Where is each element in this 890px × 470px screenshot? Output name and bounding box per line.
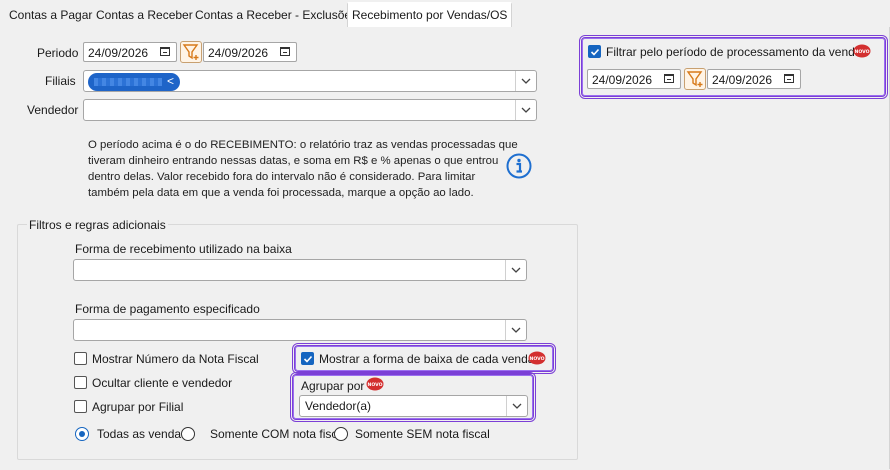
tab-bar: Contas a Pagar Contas a Receber Contas a… — [0, 0, 890, 29]
radio-todas-vendas-label: Todas as vendas — [97, 427, 188, 441]
novo-badge-icon: NOVO — [366, 377, 384, 391]
agrupar-por-value: Vendedor(a) — [305, 399, 372, 413]
forma-pagamento-select[interactable] — [73, 319, 527, 341]
chevron-down-icon — [521, 107, 531, 113]
periodo-start-date[interactable]: 24/09/2026 — [83, 42, 177, 62]
processamento-start-value: 24/09/2026 — [592, 73, 653, 87]
date-range-filter-button[interactable] — [180, 41, 202, 63]
novo-badge-text: NOVO — [854, 49, 869, 55]
processamento-checkbox[interactable] — [588, 45, 601, 58]
filiais-dropdown-button[interactable] — [515, 71, 536, 91]
filial-chip[interactable]: < — [88, 73, 180, 91]
agrupar-por-label: Agrupar por — [301, 379, 365, 393]
mostrar-nota-fiscal-checkbox[interactable] — [74, 352, 87, 365]
processamento-checkbox-label: Filtrar pelo período de processamento da… — [606, 45, 862, 59]
filter-plus-icon — [686, 71, 703, 87]
radio-sem-nota-fiscal-label: Somente SEM nota fiscal — [355, 427, 490, 441]
novo-badge-icon: NOVO — [528, 351, 546, 365]
forma-recebimento-label: Forma de recebimento utilizado na baixa — [75, 242, 292, 256]
calendar-icon[interactable] — [784, 74, 794, 83]
processamento-filter-button[interactable] — [684, 68, 706, 90]
forma-pagamento-dropdown-button[interactable] — [505, 320, 526, 340]
processamento-start-date[interactable]: 24/09/2026 — [587, 69, 681, 89]
processamento-end-date[interactable]: 24/09/2026 — [707, 69, 801, 89]
processamento-end-value: 24/09/2026 — [712, 73, 773, 87]
chevron-down-icon — [521, 78, 531, 84]
agrupar-por-select[interactable]: Vendedor(a) — [299, 395, 528, 417]
novo-badge-icon: NOVO — [853, 44, 871, 58]
periodo-label: Periodo — [37, 46, 79, 60]
tab-contas-a-pagar[interactable]: Contas a Pagar — [5, 4, 96, 26]
periodo-end-value: 24/09/2026 — [208, 46, 269, 60]
periodo-info-text: O período acima é o do RECEBIMENTO: o re… — [88, 139, 518, 199]
calendar-icon[interactable] — [160, 47, 170, 56]
mostrar-baixa-checkbox[interactable] — [301, 352, 314, 365]
periodo-end-date[interactable]: 24/09/2026 — [203, 42, 297, 62]
tab-recebimento-por-vendas[interactable]: Recebimento por Vendas/OS — [347, 2, 513, 29]
check-icon — [303, 355, 313, 363]
calendar-icon[interactable] — [664, 74, 674, 83]
filiais-label: Filiais — [45, 74, 76, 88]
ocultar-cliente-checkbox[interactable] — [74, 376, 87, 389]
radio-com-nota-fiscal[interactable] — [181, 427, 195, 441]
vendedor-select[interactable] — [83, 99, 537, 121]
radio-sem-nota-fiscal[interactable] — [334, 427, 348, 441]
radio-com-nota-fiscal-label: Somente COM nota fiscal — [210, 427, 347, 441]
filial-chip-remove[interactable]: < — [167, 74, 174, 88]
vendedor-dropdown-button[interactable] — [515, 100, 536, 120]
forma-recebimento-select[interactable] — [73, 259, 527, 281]
forma-pagamento-label: Forma de pagamento especificado — [75, 302, 260, 316]
agrupar-filial-checkbox[interactable] — [74, 400, 87, 413]
chevron-down-icon — [512, 403, 522, 409]
chevron-down-icon — [511, 267, 521, 273]
novo-badge-text: NOVO — [529, 356, 544, 362]
chevron-down-icon — [511, 327, 521, 333]
filtros-group-title: Filtros e regras adicionais — [27, 218, 168, 232]
filial-chip-redacted-name — [94, 78, 162, 86]
radio-todas-vendas[interactable] — [75, 427, 89, 441]
forma-recebimento-dropdown-button[interactable] — [505, 260, 526, 280]
ocultar-cliente-label: Ocultar cliente e vendedor — [92, 376, 233, 390]
mostrar-nota-fiscal-label: Mostrar Número da Nota Fiscal — [92, 352, 259, 366]
vendedor-label: Vendedor — [27, 103, 79, 117]
periodo-start-value: 24/09/2026 — [88, 46, 149, 60]
agrupar-por-dropdown-button[interactable] — [506, 396, 527, 416]
tab-contas-a-receber[interactable]: Contas a Receber — [92, 4, 197, 26]
calendar-icon[interactable] — [280, 47, 290, 56]
check-icon — [590, 48, 600, 56]
agrupar-filial-label: Agrupar por Filial — [92, 400, 184, 414]
tab-contas-a-receber-exclusoes[interactable]: Contas a Receber - Exclusões — [191, 4, 361, 26]
filter-plus-icon — [182, 44, 199, 60]
novo-badge-text: NOVO — [367, 382, 382, 388]
info-icon — [506, 153, 532, 179]
mostrar-baixa-label: Mostrar a forma de baixa de cada venda — [319, 352, 535, 366]
